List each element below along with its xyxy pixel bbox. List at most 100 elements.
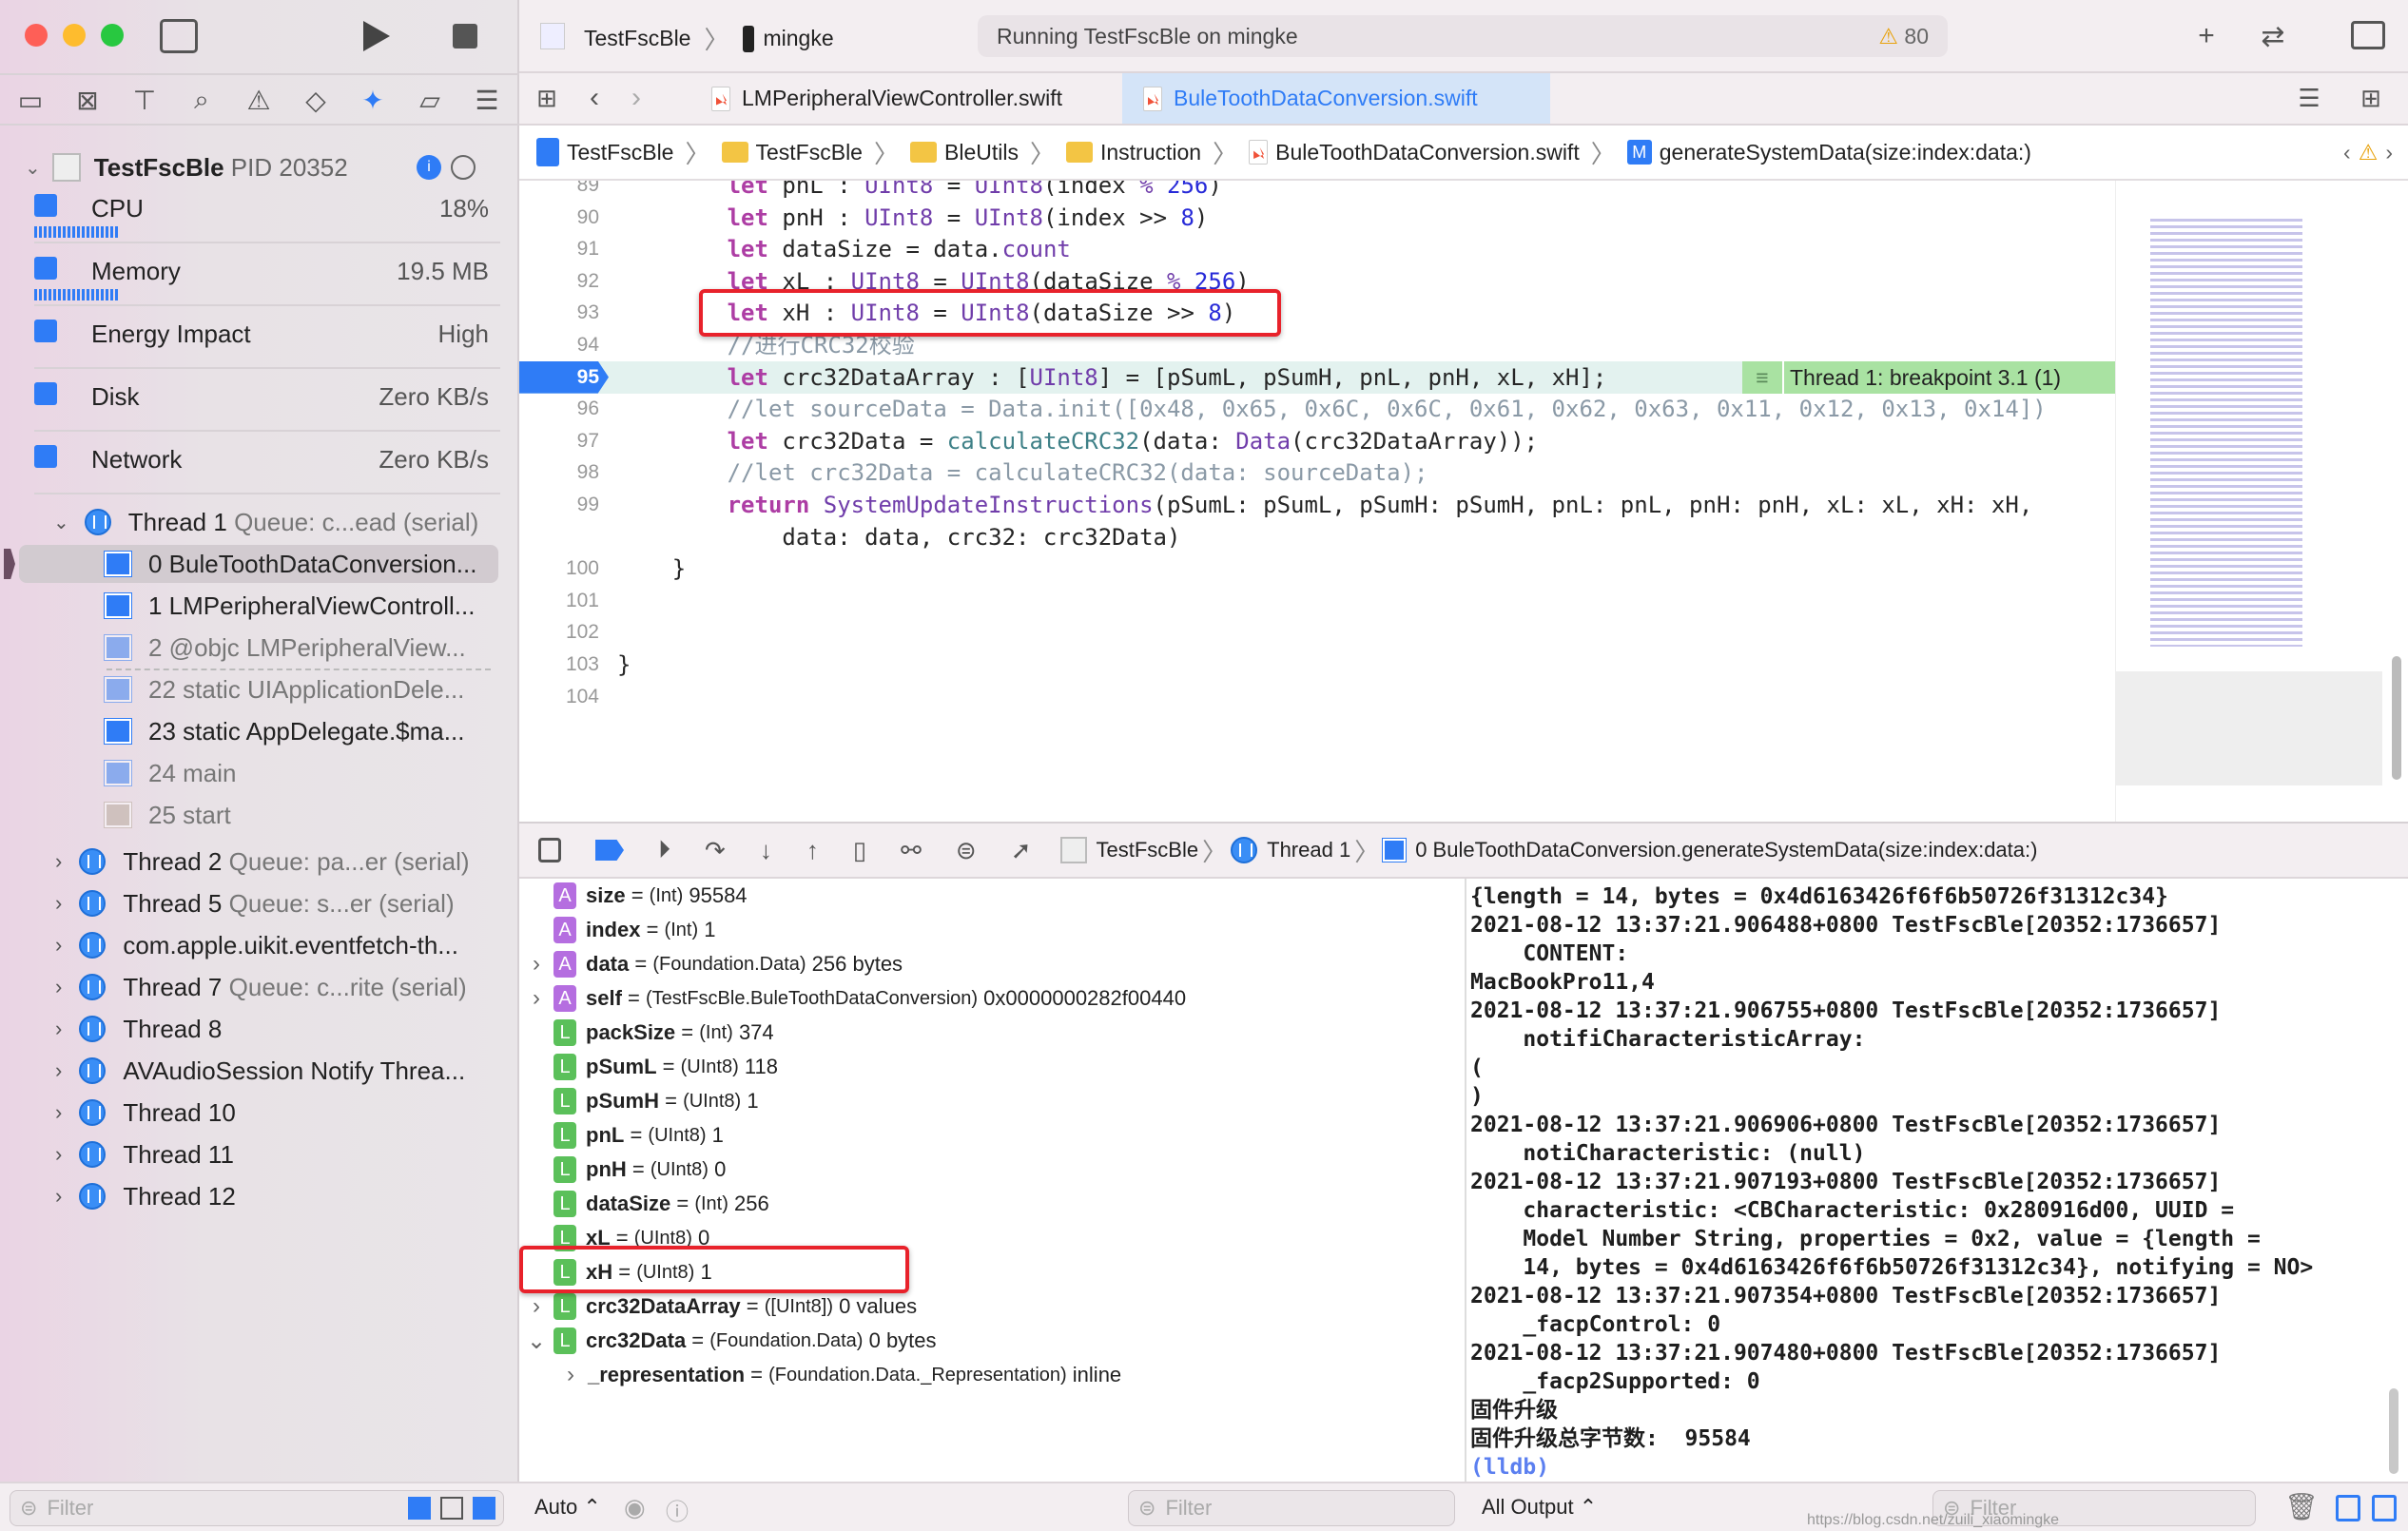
report-icon[interactable]: ☰: [472, 83, 502, 117]
variable-row[interactable]: LpSumH = (UInt8) 1: [519, 1084, 759, 1118]
gauge-energy-impact[interactable]: Energy Impact High: [34, 306, 500, 369]
debug-icon[interactable]: ✦: [358, 83, 388, 117]
chevron-right-icon[interactable]: ›: [519, 1293, 553, 1320]
thread-row[interactable]: › Thread 11: [0, 1134, 519, 1175]
thread-row[interactable]: › Thread 2 Queue: pa...er (serial): [0, 841, 519, 882]
console-output[interactable]: {length = 14, bytes = 0x4d6163426f6f6b50…: [1466, 879, 2408, 1482]
gauge-disk[interactable]: Disk Zero KB/s: [34, 369, 500, 432]
chevron-right-icon[interactable]: ›: [55, 1058, 62, 1083]
chevron-right-icon[interactable]: ›: [553, 1362, 588, 1388]
warning-icon[interactable]: ⚠: [243, 83, 274, 117]
code-line[interactable]: }: [617, 552, 686, 585]
add-editor-icon[interactable]: ⊞: [2355, 81, 2387, 115]
breadcrumb-item[interactable]: BleUtils: [944, 140, 1019, 165]
variables-scope-selector[interactable]: Auto ⌃: [534, 1495, 601, 1520]
grid-icon[interactable]: ⊞: [531, 81, 563, 115]
zoom-window-button[interactable]: [101, 24, 124, 47]
variable-row[interactable]: › Adata = (Foundation.Data) 256 bytes: [519, 947, 903, 981]
chevron-down-icon[interactable]: ⌄: [519, 1328, 553, 1355]
debug-crumb[interactable]: TestFscBle: [1097, 838, 1199, 862]
step-into-icon[interactable]: ↓: [760, 836, 772, 865]
warning-count[interactable]: ⚠ 80: [1878, 24, 1929, 49]
stack-frame[interactable]: 22 static UIApplicationDele...: [0, 669, 519, 710]
chevron-right-icon[interactable]: ›: [55, 1017, 62, 1041]
swap-icon[interactable]: ⇄: [2252, 17, 2294, 55]
breadcrumb-item[interactable]: TestFscBle: [567, 140, 673, 165]
filter-option-icon[interactable]: [473, 1497, 495, 1520]
filter-option-icon[interactable]: [440, 1497, 463, 1520]
toggle-navigator-icon[interactable]: [160, 19, 198, 53]
variable-row[interactable]: LpnL = (UInt8) 1: [519, 1118, 724, 1153]
chevron-right-icon[interactable]: ›: [55, 1100, 62, 1125]
step-over-icon[interactable]: ↷: [705, 836, 726, 865]
breadcrumb-item[interactable]: TestFscBle: [756, 140, 863, 165]
variable-row[interactable]: ⌄ Lcrc32Data = (Foundation.Data) 0 bytes: [519, 1324, 937, 1358]
thread-row[interactable]: › Thread 8: [0, 1008, 519, 1050]
variable-row[interactable]: LpackSize = (Int) 374: [519, 1016, 774, 1050]
chevron-down-icon[interactable]: ⌄: [53, 511, 69, 534]
filter-option-icon[interactable]: [408, 1497, 431, 1520]
threads-icon[interactable]: [451, 155, 476, 180]
warning-icon[interactable]: ⚠: [2359, 140, 2379, 165]
variable-row[interactable]: › Aself = (TestFscBle.BuleToothDataConver…: [519, 981, 1186, 1016]
breadcrumb-item[interactable]: Instruction: [1100, 140, 1201, 165]
tab-buletooth[interactable]: BuleToothDataConversion.swift: [1122, 73, 1550, 124]
chevron-right-icon[interactable]: ›: [55, 975, 62, 999]
variable-row[interactable]: Aindex = (Int) 1: [519, 913, 715, 947]
code-line[interactable]: let pnH : UInt8 = UInt8(index >> 8): [617, 202, 1209, 234]
forward-icon[interactable]: ›: [622, 81, 651, 115]
code-line[interactable]: let dataSize = data.count: [617, 233, 1071, 265]
run-button[interactable]: [363, 21, 390, 51]
chevron-right-icon[interactable]: ›: [55, 891, 62, 916]
code-line[interactable]: data: data, crc32: crc32Data): [617, 521, 1180, 553]
thread-row[interactable]: › Thread 10: [0, 1092, 519, 1134]
code-line[interactable]: //let crc32Data = calculateCRC32(data: s…: [617, 456, 1428, 489]
editor-scrollbar[interactable]: [2392, 656, 2401, 780]
thread-row[interactable]: › Thread 12: [0, 1175, 519, 1217]
breakpoint-annotation[interactable]: ≡ Thread 1: breakpoint 3.1 (1): [1742, 360, 2115, 394]
symbol-icon[interactable]: ⊤: [129, 83, 160, 117]
stack-frame[interactable]: 0 BuleToothDataConversion...: [0, 543, 519, 585]
debug-crumb[interactable]: Thread 1: [1267, 838, 1350, 862]
continue-icon[interactable]: ⏵: [658, 835, 670, 865]
info-icon[interactable]: i: [417, 155, 441, 180]
editor-options-icon[interactable]: ☰: [2290, 81, 2328, 115]
minimap[interactable]: [2115, 181, 2408, 822]
stop-button[interactable]: [453, 24, 477, 48]
source-control-icon[interactable]: ⊠: [72, 83, 103, 117]
thread-row[interactable]: › AVAudioSession Notify Threa...: [0, 1050, 519, 1092]
gauge-memory[interactable]: Memory 19.5 MB: [34, 243, 500, 306]
debug-crumb[interactable]: 0 BuleToothDataConversion.generateSystem…: [1415, 838, 2037, 862]
chevron-right-icon[interactable]: ›: [55, 1184, 62, 1209]
thread-row[interactable]: › com.apple.uikit.eventfetch-th...: [0, 924, 519, 966]
thread-1-row[interactable]: ⌄ Thread 1 Queue: c...ead (serial): [0, 501, 519, 543]
chevron-right-icon[interactable]: ›: [55, 1142, 62, 1167]
memory-graph-icon[interactable]: ⚯: [901, 836, 922, 865]
folder-icon[interactable]: ▭: [15, 83, 46, 117]
thread-row[interactable]: › Thread 5 Queue: s...er (serial): [0, 882, 519, 924]
stack-frame[interactable]: 1 LMPeripheralViewControll...: [0, 585, 519, 627]
search-icon[interactable]: ⌕: [186, 83, 217, 117]
gauge-network[interactable]: Network Zero KB/s: [34, 432, 500, 494]
hide-debug-area-icon[interactable]: [538, 838, 561, 862]
chevron-right-icon[interactable]: ›: [519, 985, 553, 1012]
breakpoint-icon[interactable]: ▱: [415, 83, 445, 117]
breadcrumb-item[interactable]: generateSystemData(size:index:data:): [1660, 140, 2031, 165]
code-line[interactable]: //let sourceData = Data.init([0x48, 0x65…: [617, 393, 2047, 425]
output-selector[interactable]: All Output ⌃: [1482, 1495, 1597, 1520]
add-icon[interactable]: +: [2189, 17, 2224, 55]
breakpoints-toggle-icon[interactable]: [595, 840, 624, 861]
test-icon[interactable]: ◇: [301, 83, 331, 117]
navigator-filter[interactable]: ⊜ Filter: [10, 1490, 504, 1526]
thread-row[interactable]: › Thread 7 Queue: c...rite (serial): [0, 966, 519, 1008]
stack-frame[interactable]: 25 start: [0, 794, 519, 836]
variable-row[interactable]: Asize = (Int) 95584: [519, 879, 748, 913]
code-line[interactable]: let crc32DataArray : [UInt8] = [pSumL, p…: [617, 361, 1607, 394]
stack-frame[interactable]: 23 static AppDelegate.$ma...: [0, 710, 519, 752]
close-window-button[interactable]: [25, 24, 48, 47]
variable-row[interactable]: LdataSize = (Int) 256: [519, 1187, 769, 1221]
console-scrollbar[interactable]: [2389, 1388, 2398, 1474]
trash-icon[interactable]: 🗑: [2284, 1491, 2319, 1522]
code-editor[interactable]: 89 let pnL : UInt8 = UInt8(index % 256) 9…: [519, 181, 2115, 822]
breadcrumb-item[interactable]: BuleToothDataConversion.swift: [1275, 140, 1580, 165]
